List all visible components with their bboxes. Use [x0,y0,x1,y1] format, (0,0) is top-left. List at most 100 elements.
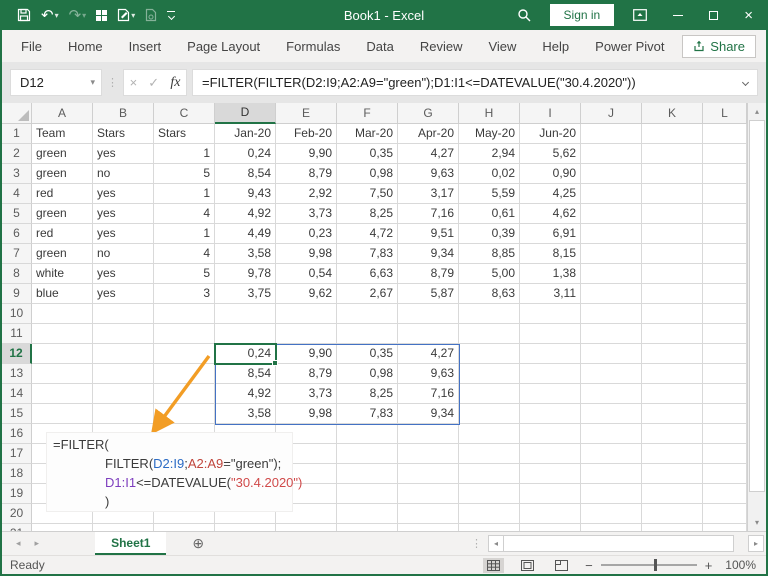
cell-L8[interactable] [703,264,747,284]
row-header-21[interactable]: 21 [2,524,32,531]
cell-C3[interactable]: 5 [154,164,215,184]
cell-D6[interactable]: 4,49 [215,224,276,244]
cell-J11[interactable] [581,324,642,344]
cell-C2[interactable]: 1 [154,144,215,164]
cell-E8[interactable]: 0,54 [276,264,337,284]
cell-J5[interactable] [581,204,642,224]
cell-D8[interactable]: 9,78 [215,264,276,284]
cell-D15[interactable]: 3,58 [215,404,276,424]
prev-sheet-icon[interactable]: ◂ [16,538,21,549]
cell-H17[interactable] [459,444,520,464]
row-header-8[interactable]: 8 [2,264,32,284]
cell-C7[interactable]: 4 [154,244,215,264]
cell-F5[interactable]: 8,25 [337,204,398,224]
add-sheet-icon[interactable]: ⊕ [192,535,204,552]
row-header-17[interactable]: 17 [2,444,32,464]
cell-K11[interactable] [642,324,703,344]
cell-A11[interactable] [32,324,93,344]
cell-F21[interactable] [337,524,398,531]
cell-G15[interactable]: 9,34 [398,404,459,424]
cell-D1[interactable]: Jan-20 [215,124,276,144]
cell-J18[interactable] [581,464,642,484]
formula-bar-splitter[interactable]: ⋮ [107,76,118,89]
cell-C21[interactable] [154,524,215,531]
row-header-10[interactable]: 10 [2,304,32,324]
grid-squares-icon[interactable] [93,4,110,26]
row-header-4[interactable]: 4 [2,184,32,204]
cell-D21[interactable] [215,524,276,531]
cell-H1[interactable]: May-20 [459,124,520,144]
cell-J19[interactable] [581,484,642,504]
name-box-dropdown-icon[interactable]: ▾ [90,77,95,88]
cell-D4[interactable]: 9,43 [215,184,276,204]
cell-K10[interactable] [642,304,703,324]
row-header-12[interactable]: 12 [2,344,32,364]
cell-G9[interactable]: 5,87 [398,284,459,304]
row-header-3[interactable]: 3 [2,164,32,184]
cell-D5[interactable]: 4,92 [215,204,276,224]
tab-formulas[interactable]: Formulas [273,39,353,54]
zoom-slider-thumb[interactable] [653,559,657,571]
cell-C8[interactable]: 5 [154,264,215,284]
cell-G5[interactable]: 7,16 [398,204,459,224]
cell-H3[interactable]: 0,02 [459,164,520,184]
cell-A2[interactable]: green [32,144,93,164]
cell-C10[interactable] [154,304,215,324]
zoom-in-icon[interactable]: + [705,558,713,573]
cell-C6[interactable]: 1 [154,224,215,244]
cell-L13[interactable] [703,364,747,384]
cell-B11[interactable] [93,324,154,344]
row-header-13[interactable]: 13 [2,364,32,384]
cell-J10[interactable] [581,304,642,324]
cell-C9[interactable]: 3 [154,284,215,304]
cell-D12[interactable]: 0,24 [215,344,276,364]
tab-power-pivot[interactable]: Power Pivot [582,39,677,54]
cell-L21[interactable] [703,524,747,531]
cell-J2[interactable] [581,144,642,164]
cell-K5[interactable] [642,204,703,224]
cell-G10[interactable] [398,304,459,324]
cell-L18[interactable] [703,464,747,484]
cell-E5[interactable]: 3,73 [276,204,337,224]
insert-function-icon[interactable]: fx [170,75,180,91]
row-header-1[interactable]: 1 [2,124,32,144]
cell-L12[interactable] [703,344,747,364]
cell-I15[interactable] [520,404,581,424]
cell-L19[interactable] [703,484,747,504]
ribbon-display-options-icon[interactable] [620,0,660,30]
cell-F14[interactable]: 8,25 [337,384,398,404]
name-box[interactable]: D12 ▾ [10,69,102,96]
cell-J21[interactable] [581,524,642,531]
cell-I1[interactable]: Jun-20 [520,124,581,144]
cell-H13[interactable] [459,364,520,384]
page-break-view-icon[interactable] [551,558,572,573]
cell-G19[interactable] [398,484,459,504]
undo-button[interactable]: ↶ ▾ [38,4,62,26]
cell-J13[interactable] [581,364,642,384]
customize-toolbar-icon[interactable] [164,4,178,26]
annotation-arrow[interactable] [142,351,222,441]
sign-in-button[interactable]: Sign in [549,4,615,26]
cell-C4[interactable]: 1 [154,184,215,204]
cell-K1[interactable] [642,124,703,144]
column-header-K[interactable]: K [642,103,703,124]
cell-L11[interactable] [703,324,747,344]
expand-formula-bar-icon[interactable] [741,78,750,87]
cell-B10[interactable] [93,304,154,324]
cell-A21[interactable] [32,524,93,531]
cell-D9[interactable]: 3,75 [215,284,276,304]
cell-B8[interactable]: yes [93,264,154,284]
cell-B4[interactable]: yes [93,184,154,204]
cell-K6[interactable] [642,224,703,244]
cell-I4[interactable]: 4,25 [520,184,581,204]
maximize-button[interactable] [696,0,731,30]
cell-H19[interactable] [459,484,520,504]
formula-annotation-box[interactable]: =FILTER(FILTER(D2:I9;A2:A9="green"); D1:I… [46,432,302,512]
cell-A7[interactable]: green [32,244,93,264]
cell-H7[interactable]: 8,85 [459,244,520,264]
cell-K18[interactable] [642,464,703,484]
cell-A15[interactable] [32,404,93,424]
cell-J14[interactable] [581,384,642,404]
cell-E7[interactable]: 9,98 [276,244,337,264]
cell-G7[interactable]: 9,34 [398,244,459,264]
